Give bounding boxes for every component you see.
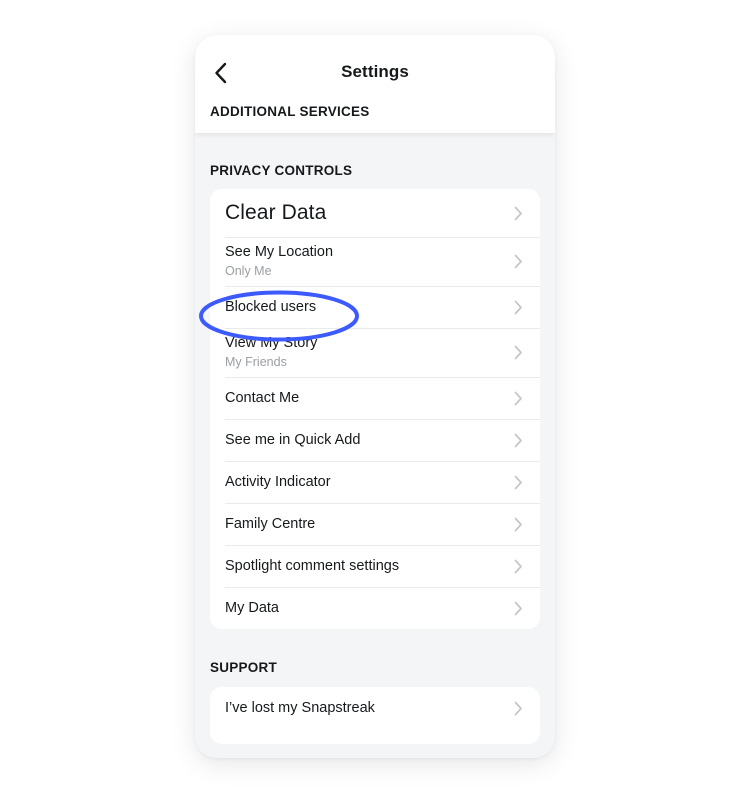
settings-scroll-area[interactable]: PRIVACY CONTROLS Clear Data See My Locat…	[195, 133, 555, 758]
row-text: Spotlight comment settings	[225, 557, 502, 576]
row-subtitle: My Friends	[225, 354, 287, 369]
chevron-right-icon	[512, 433, 524, 447]
chevron-right-icon	[512, 345, 524, 360]
settings-row-view-my-story[interactable]: View My Story My Friends	[210, 328, 540, 377]
row-title: My Data	[225, 599, 279, 616]
row-title: See My Location	[225, 244, 334, 261]
row-text: See My Location Only Me	[225, 243, 502, 280]
row-title: View My Story	[225, 335, 318, 352]
row-title: Family Centre	[225, 515, 316, 532]
row-text: Contact Me	[225, 389, 502, 408]
section-header-privacy-controls: PRIVACY CONTROLS	[210, 163, 353, 178]
page-title: Settings	[341, 62, 409, 81]
chevron-right-icon	[512, 391, 524, 405]
settings-row-spotlight-comment-settings[interactable]: Spotlight comment settings	[210, 545, 540, 587]
row-text: I’ve lost my Snapstreak	[225, 699, 502, 718]
row-title: Activity Indicator	[225, 473, 331, 490]
row-title: Spotlight comment settings	[225, 557, 400, 574]
section-header-support: SUPPORT	[210, 660, 278, 675]
row-title: See me in Quick Add	[225, 431, 361, 448]
chevron-right-icon	[512, 300, 524, 314]
row-text: My Data	[225, 599, 502, 618]
row-text: View My Story My Friends	[225, 334, 502, 371]
phone-frame: Settings ADDITIONAL SERVICES PRIVACY CON…	[195, 35, 555, 758]
chevron-right-icon	[512, 601, 524, 615]
row-subtitle: Only Me	[225, 263, 272, 278]
row-title: I’ve lost my Snapstreak	[225, 699, 375, 716]
row-text: Blocked users	[225, 298, 502, 317]
settings-row-blocked-users[interactable]: Blocked users	[210, 286, 540, 328]
support-card: I’ve lost my Snapstreak	[210, 687, 540, 744]
settings-row-see-my-location[interactable]: See My Location Only Me	[210, 237, 540, 286]
settings-row-my-data[interactable]: My Data	[210, 587, 540, 629]
row-text: Clear Data	[225, 199, 502, 226]
row-title: Clear Data	[225, 201, 327, 225]
nav-header: Settings ADDITIONAL SERVICES	[195, 35, 555, 133]
chevron-right-icon	[512, 517, 524, 531]
row-text: Activity Indicator	[225, 473, 502, 492]
chevron-right-icon	[512, 701, 524, 715]
chevron-right-icon	[512, 559, 524, 573]
row-title: Blocked users	[225, 298, 317, 315]
row-title: Contact Me	[225, 389, 300, 406]
chevron-right-icon	[512, 206, 524, 220]
additional-services-label: ADDITIONAL SERVICES	[210, 104, 370, 119]
chevron-right-icon	[512, 254, 524, 269]
settings-row-ive-lost-my-snapstreak[interactable]: I’ve lost my Snapstreak	[210, 687, 540, 729]
row-text: See me in Quick Add	[225, 431, 502, 450]
settings-row-clear-data[interactable]: Clear Data	[210, 189, 540, 237]
row-text: Family Centre	[225, 515, 502, 534]
settings-row-activity-indicator[interactable]: Activity Indicator	[210, 461, 540, 503]
settings-row-see-me-in-quick-add[interactable]: See me in Quick Add	[210, 419, 540, 461]
privacy-controls-card: Clear Data See My Location Only Me Block…	[210, 189, 540, 629]
settings-row-contact-me[interactable]: Contact Me	[210, 377, 540, 419]
settings-row-family-centre[interactable]: Family Centre	[210, 503, 540, 545]
chevron-right-icon	[512, 475, 524, 489]
